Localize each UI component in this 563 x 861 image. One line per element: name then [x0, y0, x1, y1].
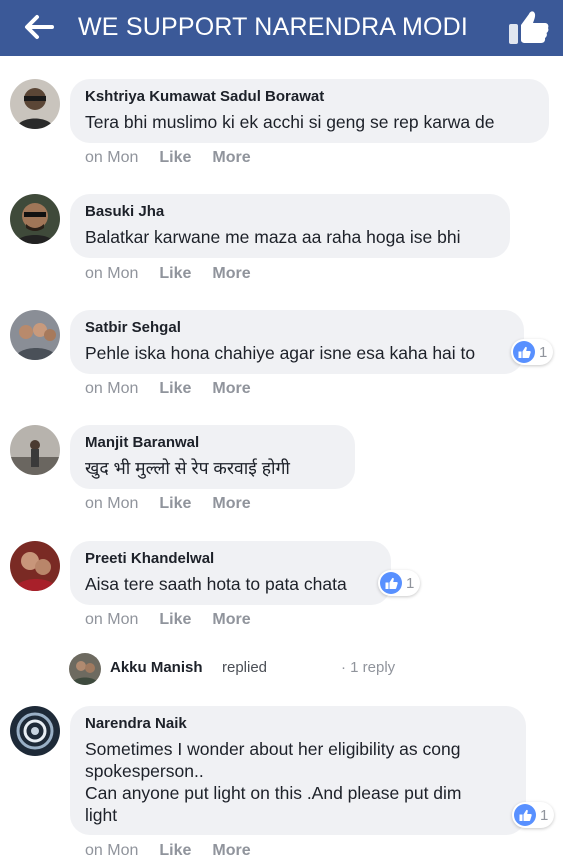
- reaction-count[interactable]: 1: [511, 339, 554, 365]
- comment-text: खुद भी मुल्लो से रेप करवाई होगी: [85, 458, 290, 478]
- commenter-name[interactable]: Preeti Khandelwal: [85, 550, 375, 567]
- reply-count[interactable]: · 1 reply: [341, 659, 395, 676]
- comment-bubble: Basuki Jha Balatkar karwane me maza aa r…: [70, 194, 510, 258]
- reaction-count[interactable]: 1: [512, 802, 555, 828]
- comment-time[interactable]: on Mon: [85, 265, 138, 283]
- comment-text: Pehle iska hona chahiye agar isne esa ka…: [85, 343, 476, 363]
- comment-text: Aisa tere saath hota to pata chata: [85, 574, 347, 594]
- commenter-name[interactable]: Satbir Sehgal: [85, 319, 508, 336]
- comment-actions: on Mon Like More: [85, 495, 251, 513]
- comment-time[interactable]: on Mon: [85, 842, 138, 860]
- avatar[interactable]: [10, 79, 60, 129]
- comment-actions: on Mon Like More: [85, 265, 251, 283]
- replier-name[interactable]: Akku Manish: [110, 659, 203, 676]
- avatar[interactable]: [10, 194, 60, 244]
- avatar: [69, 653, 101, 685]
- more-link[interactable]: More: [212, 842, 250, 860]
- comment-actions: on Mon Like More: [85, 149, 251, 167]
- comment-time[interactable]: on Mon: [85, 149, 138, 167]
- more-link[interactable]: More: [212, 611, 250, 629]
- comment-text-line: Sometimes I wonder about her eligibility…: [85, 739, 461, 759]
- like-link[interactable]: Like: [159, 842, 191, 860]
- reaction-number: 1: [406, 574, 415, 592]
- commenter-name[interactable]: Basuki Jha: [85, 203, 494, 220]
- avatar[interactable]: [10, 425, 60, 475]
- back-arrow-icon[interactable]: [22, 12, 54, 42]
- like-link[interactable]: Like: [159, 149, 191, 167]
- comment-actions: on Mon Like More: [85, 842, 251, 860]
- replied-label: replied: [222, 659, 268, 676]
- like-reaction-icon: [380, 572, 402, 594]
- reaction-number: 1: [540, 806, 549, 824]
- more-link[interactable]: More: [212, 495, 250, 513]
- avatar[interactable]: [10, 541, 60, 591]
- like-link[interactable]: Like: [159, 380, 191, 398]
- reaction-count[interactable]: 1: [378, 570, 421, 596]
- comment-bubble: Manjit Baranwal खुद भी मुल्लो से रेप करव…: [70, 425, 355, 489]
- page-title: WE SUPPORT NARENDRA MODI: [78, 13, 469, 41]
- like-link[interactable]: Like: [159, 611, 191, 629]
- comment-bubble: Preeti Khandelwal Aisa tere saath hota t…: [70, 541, 391, 605]
- like-reaction-icon: [513, 341, 535, 363]
- comment-bubble: Narendra Naik Sometimes I wonder about h…: [70, 706, 526, 835]
- comment-text-line: spokesperson..: [85, 761, 204, 781]
- comment-bubble: Kshtriya Kumawat Sadul Borawat Tera bhi …: [70, 79, 549, 143]
- comment-text-line: Can anyone put light on this .And please…: [85, 783, 462, 803]
- like-reaction-icon: [514, 804, 536, 826]
- like-link[interactable]: Like: [159, 495, 191, 513]
- comment-actions: on Mon Like More: [85, 380, 251, 398]
- commenter-name[interactable]: Narendra Naik: [85, 715, 510, 732]
- app-header: WE SUPPORT NARENDRA MODI: [0, 0, 563, 56]
- comment-bubble: Satbir Sehgal Pehle iska hona chahiye ag…: [70, 310, 524, 374]
- commenter-name[interactable]: Manjit Baranwal: [85, 434, 339, 451]
- more-link[interactable]: More: [212, 380, 250, 398]
- comment-time[interactable]: on Mon: [85, 495, 138, 513]
- thumbs-up-icon[interactable]: [507, 6, 551, 48]
- avatar[interactable]: [10, 310, 60, 360]
- more-link[interactable]: More: [212, 265, 250, 283]
- comment-text-line: light: [85, 805, 118, 825]
- comment-actions: on Mon Like More: [85, 611, 251, 629]
- avatar[interactable]: [10, 706, 60, 756]
- like-link[interactable]: Like: [159, 265, 191, 283]
- reaction-number: 1: [539, 343, 548, 361]
- commenter-name[interactable]: Kshtriya Kumawat Sadul Borawat: [85, 88, 533, 105]
- more-link[interactable]: More: [212, 149, 250, 167]
- comment-time[interactable]: on Mon: [85, 380, 138, 398]
- comment-text: Tera bhi muslimo ki ek acchi si geng se …: [85, 112, 495, 132]
- comment-text: Balatkar karwane me maza aa raha hoga is…: [85, 227, 461, 247]
- comment-time[interactable]: on Mon: [85, 611, 138, 629]
